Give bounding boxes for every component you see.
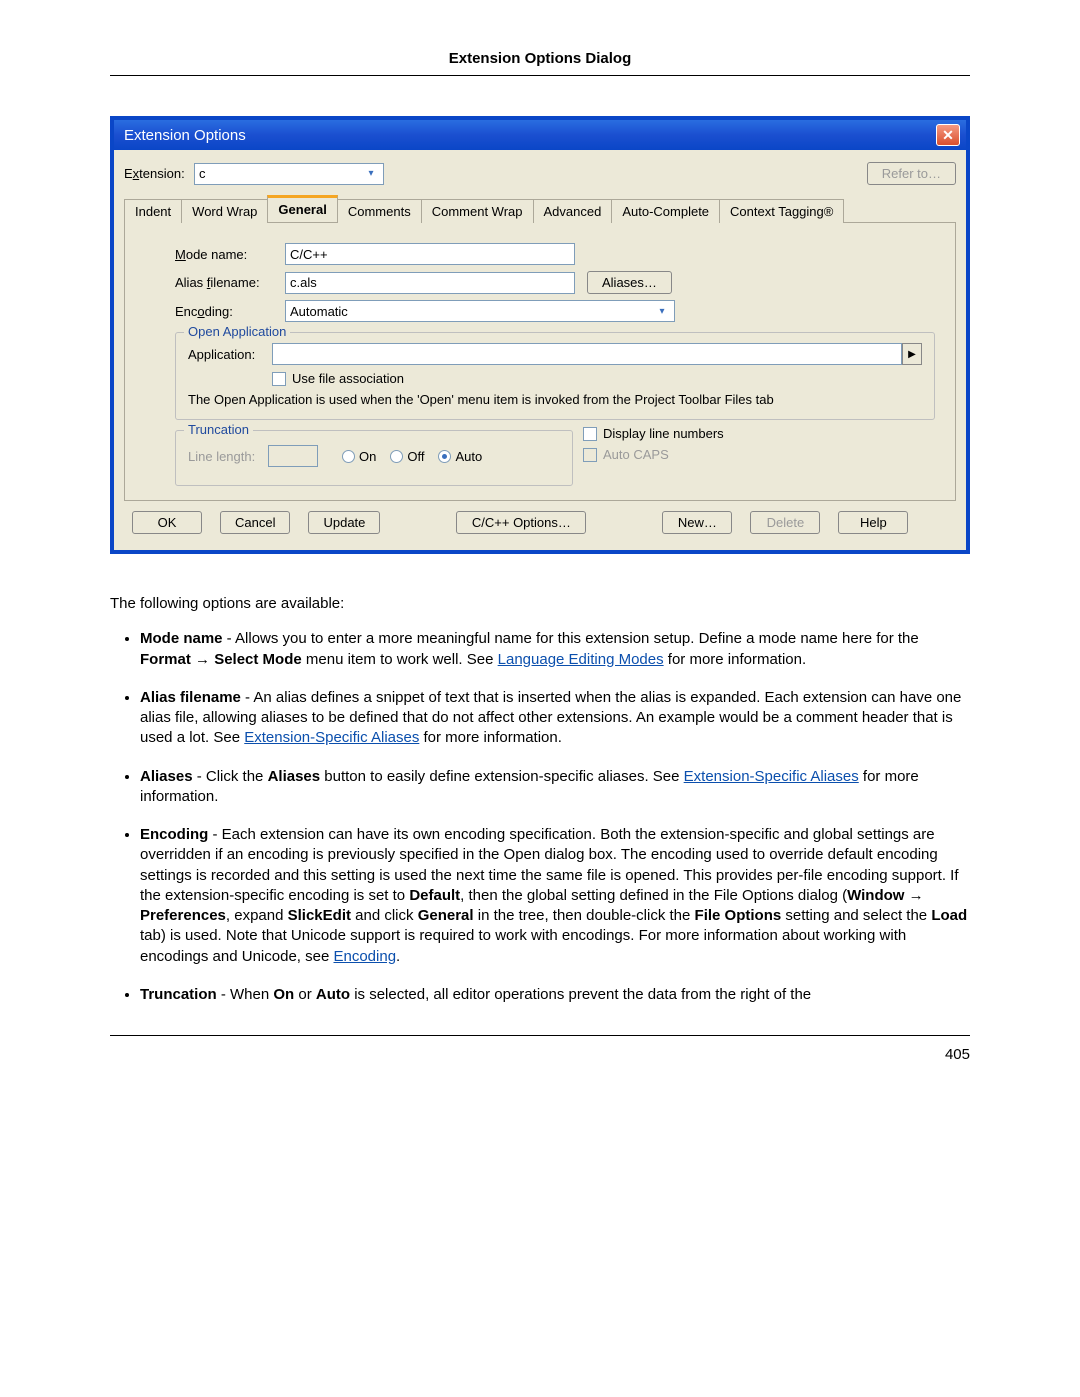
tab-commentwrap[interactable]: Comment Wrap: [421, 199, 534, 223]
mode-name-label: Mode name:: [175, 247, 285, 262]
titlebar: Extension Options ✕: [114, 120, 966, 150]
bullet-aliases: Aliases - Click the Aliases button to ea…: [140, 767, 970, 808]
truncation-off-radio[interactable]: Off: [390, 449, 424, 464]
browse-icon[interactable]: ▶: [902, 343, 922, 365]
encoding-label: Encoding:: [175, 304, 285, 319]
bullet-truncation: Truncation - When On or Auto is selected…: [140, 985, 970, 1005]
new-button[interactable]: New…: [662, 511, 732, 534]
link-encoding[interactable]: Encoding: [333, 948, 396, 965]
rule-bottom: [110, 1035, 970, 1036]
rule-top: [110, 75, 970, 76]
chevron-down-icon: ▾: [654, 303, 670, 319]
cancel-button[interactable]: Cancel: [220, 511, 290, 534]
auto-caps-checkbox[interactable]: Auto CAPS: [583, 447, 669, 462]
doc-body: The following options are available: Mod…: [110, 594, 970, 1005]
truncation-legend: Truncation: [184, 422, 253, 437]
application-label: Application:: [188, 347, 272, 362]
help-button[interactable]: Help: [838, 511, 908, 534]
extension-label: Extension:: [124, 166, 188, 181]
open-application-help: The Open Application is used when the 'O…: [188, 392, 922, 407]
use-file-association-checkbox[interactable]: Use file association: [272, 371, 404, 386]
aliases-button[interactable]: Aliases…: [587, 271, 672, 294]
dialog-title: Extension Options: [124, 127, 246, 144]
display-line-numbers-checkbox[interactable]: Display line numbers: [583, 426, 724, 441]
intro-text: The following options are available:: [110, 594, 970, 614]
open-application-legend: Open Application: [184, 324, 290, 339]
alias-filename-label: Alias filename:: [175, 275, 285, 290]
tab-autocomplete[interactable]: Auto-Complete: [611, 199, 720, 223]
mode-name-input[interactable]: C/C++: [285, 243, 575, 265]
extension-options-dialog: Extension Options ✕ Extension: c ▾ Refer…: [110, 116, 970, 554]
link-extension-specific-aliases[interactable]: Extension-Specific Aliases: [244, 729, 419, 746]
chevron-down-icon: ▾: [363, 166, 379, 182]
link-language-editing-modes[interactable]: Language Editing Modes: [498, 651, 664, 668]
application-input[interactable]: [272, 343, 902, 365]
truncation-group: Truncation Line length: On Off: [175, 430, 573, 486]
tab-wordwrap[interactable]: Word Wrap: [181, 199, 268, 223]
tab-indent[interactable]: Indent: [124, 199, 182, 223]
page-title: Extension Options Dialog: [110, 50, 970, 67]
language-options-button[interactable]: C/C++ Options…: [456, 511, 586, 534]
close-icon[interactable]: ✕: [936, 124, 960, 146]
bullet-alias-filename: Alias filename - An alias defines a snip…: [140, 688, 970, 749]
update-button[interactable]: Update: [308, 511, 380, 534]
alias-filename-input[interactable]: c.als: [285, 272, 575, 294]
tab-strip: Indent Word Wrap General Comments Commen…: [124, 195, 956, 223]
truncation-auto-radio[interactable]: Auto: [438, 449, 482, 464]
extension-combo[interactable]: c ▾: [194, 163, 384, 185]
encoding-combo[interactable]: Automatic ▾: [285, 300, 675, 322]
delete-button[interactable]: Delete: [750, 511, 820, 534]
line-length-input[interactable]: [268, 445, 318, 467]
bullet-mode-name: Mode name - Allows you to enter a more m…: [140, 629, 970, 670]
line-length-label: Line length:: [188, 449, 268, 464]
link-extension-specific-aliases-2[interactable]: Extension-Specific Aliases: [684, 768, 859, 785]
tab-advanced[interactable]: Advanced: [533, 199, 613, 223]
page-number: 405: [110, 1046, 970, 1063]
refer-to-button[interactable]: Refer to…: [867, 162, 956, 185]
truncation-on-radio[interactable]: On: [342, 449, 376, 464]
bullet-encoding: Encoding - Each extension can have its o…: [140, 825, 970, 967]
open-application-group: Open Application Application: ▶ Use file…: [175, 332, 935, 420]
ok-button[interactable]: OK: [132, 511, 202, 534]
tab-comments[interactable]: Comments: [337, 199, 422, 223]
tab-context-tagging[interactable]: Context Tagging®: [719, 199, 844, 223]
tab-panel-general: Mode name: C/C++ Alias filename: c.als A…: [124, 223, 956, 501]
tab-general[interactable]: General: [267, 195, 337, 222]
